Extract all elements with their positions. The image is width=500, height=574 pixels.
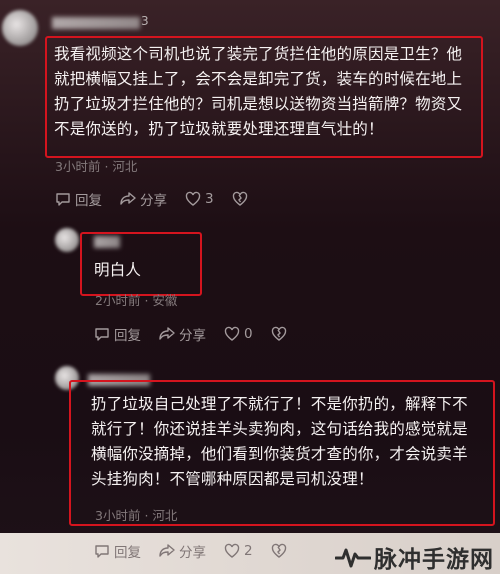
avatar[interactable]: [55, 228, 79, 252]
like-button[interactable]: 0: [224, 326, 253, 342]
username-tail: 3: [141, 14, 149, 28]
separator: ·: [144, 293, 149, 308]
share-icon: [159, 544, 175, 557]
reply-button[interactable]: 回复: [55, 189, 102, 209]
reply-button[interactable]: 回复: [94, 324, 141, 344]
location: 河北: [112, 159, 138, 174]
separator: ·: [144, 508, 149, 523]
timestamp: 3小时前: [95, 508, 141, 523]
share-button[interactable]: 分享: [159, 541, 206, 561]
comment-text: 我看视频这个司机也说了装完了货拦住他的原因是卫生？他 就把横幅又挂上了，会不会是…: [54, 42, 484, 142]
reply-button[interactable]: 回复: [94, 541, 141, 561]
dislike-button[interactable]: [271, 543, 291, 559]
comment-line: 就行了！你还说挂羊头卖狗肉，这句话给我的感觉就是: [91, 420, 468, 438]
dislike-icon: [232, 191, 247, 206]
location: 安徽: [152, 293, 178, 308]
like-count: 3: [205, 191, 214, 207]
avatar[interactable]: [2, 10, 38, 46]
comment-meta: 2小时前 · 安徽: [95, 290, 177, 309]
heart-icon: [185, 191, 201, 206]
comment-meta: 3小时前 · 河北: [55, 156, 137, 175]
reply-icon: [56, 193, 70, 206]
comment-text: 明白人: [94, 258, 141, 283]
share-button[interactable]: 分享: [120, 189, 167, 209]
like-button[interactable]: 2: [224, 543, 253, 559]
comment-actions: 回复 分享 2: [94, 541, 309, 561]
comment-line: 头挂狗肉！不管哪种原因都是司机没理！: [91, 470, 374, 488]
share-icon: [159, 327, 175, 340]
heart-icon: [224, 543, 240, 558]
reply-label: 回复: [75, 193, 102, 209]
location: 河北: [152, 508, 178, 523]
dislike-icon: [271, 326, 286, 341]
reply-label: 回复: [114, 545, 141, 561]
like-count: 0: [244, 326, 253, 342]
dislike-button[interactable]: [232, 191, 252, 207]
like-button[interactable]: 3: [185, 191, 214, 207]
dislike-icon: [271, 543, 286, 558]
share-label: 分享: [179, 545, 206, 561]
username-blurred[interactable]: [52, 17, 140, 29]
comment-actions: 回复 分享 0: [94, 324, 309, 344]
comment-line: 横幅你没摘掉，他们看到你装货才查的你，才会说卖羊: [91, 445, 468, 463]
share-button[interactable]: 分享: [159, 324, 206, 344]
comment-meta: 3小时前 · 河北: [95, 505, 177, 524]
share-label: 分享: [179, 328, 206, 344]
reply-icon: [95, 328, 109, 341]
comment-line: 我看视频这个司机也说了装完了货拦住他的原因是卫生？他: [54, 45, 463, 63]
comment-line: 不是你送的，扔了垃圾就要处理还理直气壮的！: [54, 120, 384, 138]
pulse-logo-icon: [335, 548, 371, 568]
share-label: 分享: [140, 193, 167, 209]
share-icon: [120, 192, 136, 205]
comment-text: 扔了垃圾自己处理了不就行了！不是你扔的，解释下不 就行了！你还说挂羊头卖狗肉，这…: [91, 392, 491, 492]
timestamp: 2小时前: [95, 293, 141, 308]
comment-line: 就把横幅又挂上了，会不会是卸完了货，装车的时候在地上: [54, 70, 463, 88]
comment-line: 扔了垃圾才拦住他的？司机是想以送物资当挡箭牌？物资又: [54, 95, 463, 113]
like-count: 2: [244, 543, 253, 559]
watermark: 脉冲手游网: [335, 540, 494, 574]
comment-line: 明白人: [94, 261, 142, 279]
separator: ·: [104, 159, 109, 174]
watermark-text: 脉冲手游网: [374, 547, 494, 573]
heart-icon: [224, 326, 240, 341]
dislike-button[interactable]: [271, 326, 291, 342]
timestamp: 3小时前: [55, 159, 101, 174]
reply-icon: [95, 545, 109, 558]
comment-actions: 回复 分享 3: [55, 189, 270, 209]
comment-line: 扔了垃圾自己处理了不就行了！不是你扔的，解释下不: [91, 395, 468, 413]
reply-label: 回复: [114, 328, 141, 344]
